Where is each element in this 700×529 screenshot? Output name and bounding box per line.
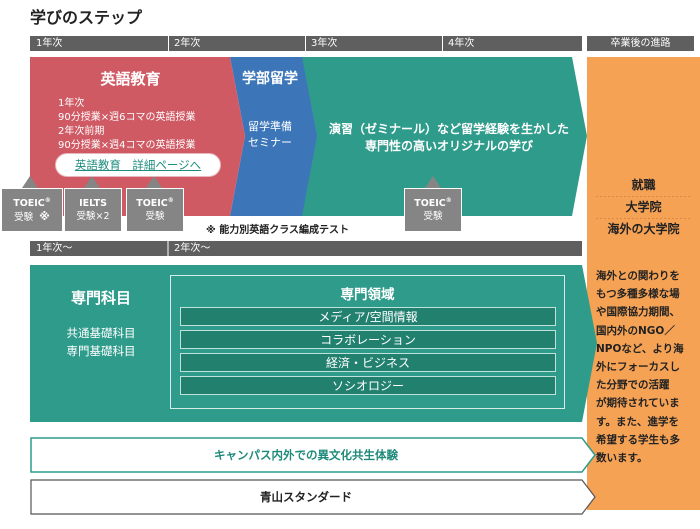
seminar-line: 専門性の高いオリジナルの学び (364, 139, 533, 153)
field-title: 専門領域 (340, 287, 395, 303)
aoyama-label: 青山スタンダード (260, 490, 352, 504)
major-title: 専門科目 (70, 289, 131, 307)
english-title: 英語教育 (100, 70, 161, 88)
field-item: 経済・ビジネス (180, 353, 556, 372)
field-item: メディア/空間情報 (180, 307, 556, 326)
major-sub: 共通基礎科目 (66, 326, 136, 340)
field-item: ソシオロジー (180, 376, 556, 395)
study-abroad-line: 留学準備 (248, 120, 292, 133)
toeic-badge: TOEIC® 受験 (126, 188, 184, 232)
placement-test-note: ※ 能力別英語クラス編成テスト (206, 225, 350, 236)
year2-onward-label: 2年次〜 (174, 243, 211, 254)
english-line: 90分授業×週6コマの英語授業 (58, 112, 196, 123)
career-item: 就職 (631, 178, 656, 192)
year1-onward-label: 1年次〜 (36, 243, 73, 254)
study-abroad-title: 学部留学 (242, 71, 298, 87)
career-dividers (596, 196, 692, 219)
study-abroad-line: セミナー (248, 136, 292, 149)
seminar-line: 演習（ゼミナール）など留学経験を生かした (328, 122, 569, 136)
field-item: コラボレーション (180, 330, 556, 349)
english-line: 2年次前期 (58, 126, 105, 137)
ielts-badge: IELTS 受験×2 (64, 188, 122, 232)
campus-label: キャンパス内外での異文化共生体験 (214, 448, 398, 462)
toeic-badge: TOEIC® 受験 (404, 188, 462, 232)
major-sub: 専門基礎科目 (66, 344, 136, 358)
english-detail-link[interactable]: 英語教育 詳細ページへ (55, 153, 221, 177)
career-description: 海外との関わりを もつ多種多様な場 や国際協力期間、 国内外のNGO／ NPOな… (596, 270, 684, 465)
toeic-badge: TOEIC® 受験 ※ (1, 188, 63, 232)
english-line: 1年次 (58, 98, 85, 109)
second-year-bar (30, 241, 582, 256)
english-line: 90分授業×週4コマの英語授業 (58, 140, 196, 151)
